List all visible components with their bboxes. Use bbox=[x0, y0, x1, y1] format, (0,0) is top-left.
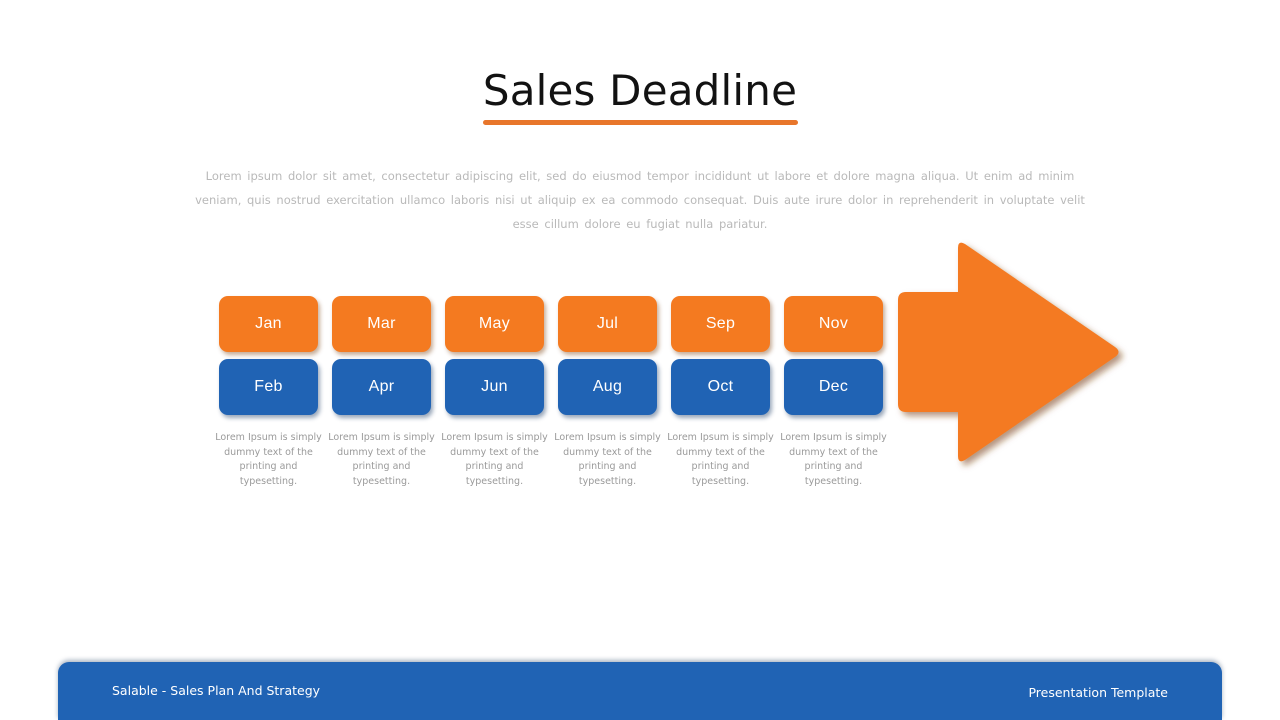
month-chip-may[interactable]: May bbox=[445, 296, 544, 352]
footer-left-label: Salable - Sales Plan And Strategy bbox=[112, 683, 321, 698]
column-caption: Lorem Ipsum is simply dummy text of the … bbox=[441, 432, 548, 487]
month-chip-oct[interactable]: Oct bbox=[671, 359, 770, 415]
month-chip-jun[interactable]: Jun bbox=[445, 359, 544, 415]
month-chip-mar[interactable]: Mar bbox=[332, 296, 431, 352]
month-chip-jul[interactable]: Jul bbox=[558, 296, 657, 352]
timeline-column: Mar Apr Lorem Ipsum is simply dummy text… bbox=[328, 296, 435, 489]
timeline-column: Jan Feb Lorem Ipsum is simply dummy text… bbox=[215, 296, 322, 489]
timeline-column: Sep Oct Lorem Ipsum is simply dummy text… bbox=[667, 296, 774, 489]
column-caption: Lorem Ipsum is simply dummy text of the … bbox=[554, 432, 661, 487]
month-chip-feb[interactable]: Feb bbox=[219, 359, 318, 415]
presentation-slide: Sales Deadline Lorem ipsum dolor sit ame… bbox=[0, 0, 1280, 720]
intro-paragraph: Lorem ipsum dolor sit amet, consectetur … bbox=[195, 169, 1085, 231]
month-chip-dec[interactable]: Dec bbox=[784, 359, 883, 415]
page-title: Sales Deadline bbox=[482, 66, 798, 115]
footer-right-label: Presentation Template bbox=[1028, 685, 1168, 700]
month-chip-apr[interactable]: Apr bbox=[332, 359, 431, 415]
timeline-column: Jul Aug Lorem Ipsum is simply dummy text… bbox=[554, 296, 661, 489]
timeline-column: May Jun Lorem Ipsum is simply dummy text… bbox=[441, 296, 548, 489]
month-chip-sep[interactable]: Sep bbox=[671, 296, 770, 352]
arrow-shape bbox=[898, 242, 1119, 462]
right-arrow-icon bbox=[884, 232, 1134, 482]
title-block: Sales Deadline bbox=[0, 66, 1280, 116]
month-timeline: Jan Feb Lorem Ipsum is simply dummy text… bbox=[215, 296, 887, 489]
title-underline-rule bbox=[483, 120, 798, 125]
column-caption: Lorem Ipsum is simply dummy text of the … bbox=[667, 432, 774, 487]
column-caption: Lorem Ipsum is simply dummy text of the … bbox=[328, 432, 435, 487]
timeline-column: Nov Dec Lorem Ipsum is simply dummy text… bbox=[780, 296, 887, 489]
column-caption: Lorem Ipsum is simply dummy text of the … bbox=[215, 432, 322, 487]
month-chip-jan[interactable]: Jan bbox=[219, 296, 318, 352]
footer-bar: Salable - Sales Plan And Strategy Presen… bbox=[58, 662, 1222, 720]
month-chip-nov[interactable]: Nov bbox=[784, 296, 883, 352]
month-chip-aug[interactable]: Aug bbox=[558, 359, 657, 415]
column-caption: Lorem Ipsum is simply dummy text of the … bbox=[780, 432, 887, 487]
